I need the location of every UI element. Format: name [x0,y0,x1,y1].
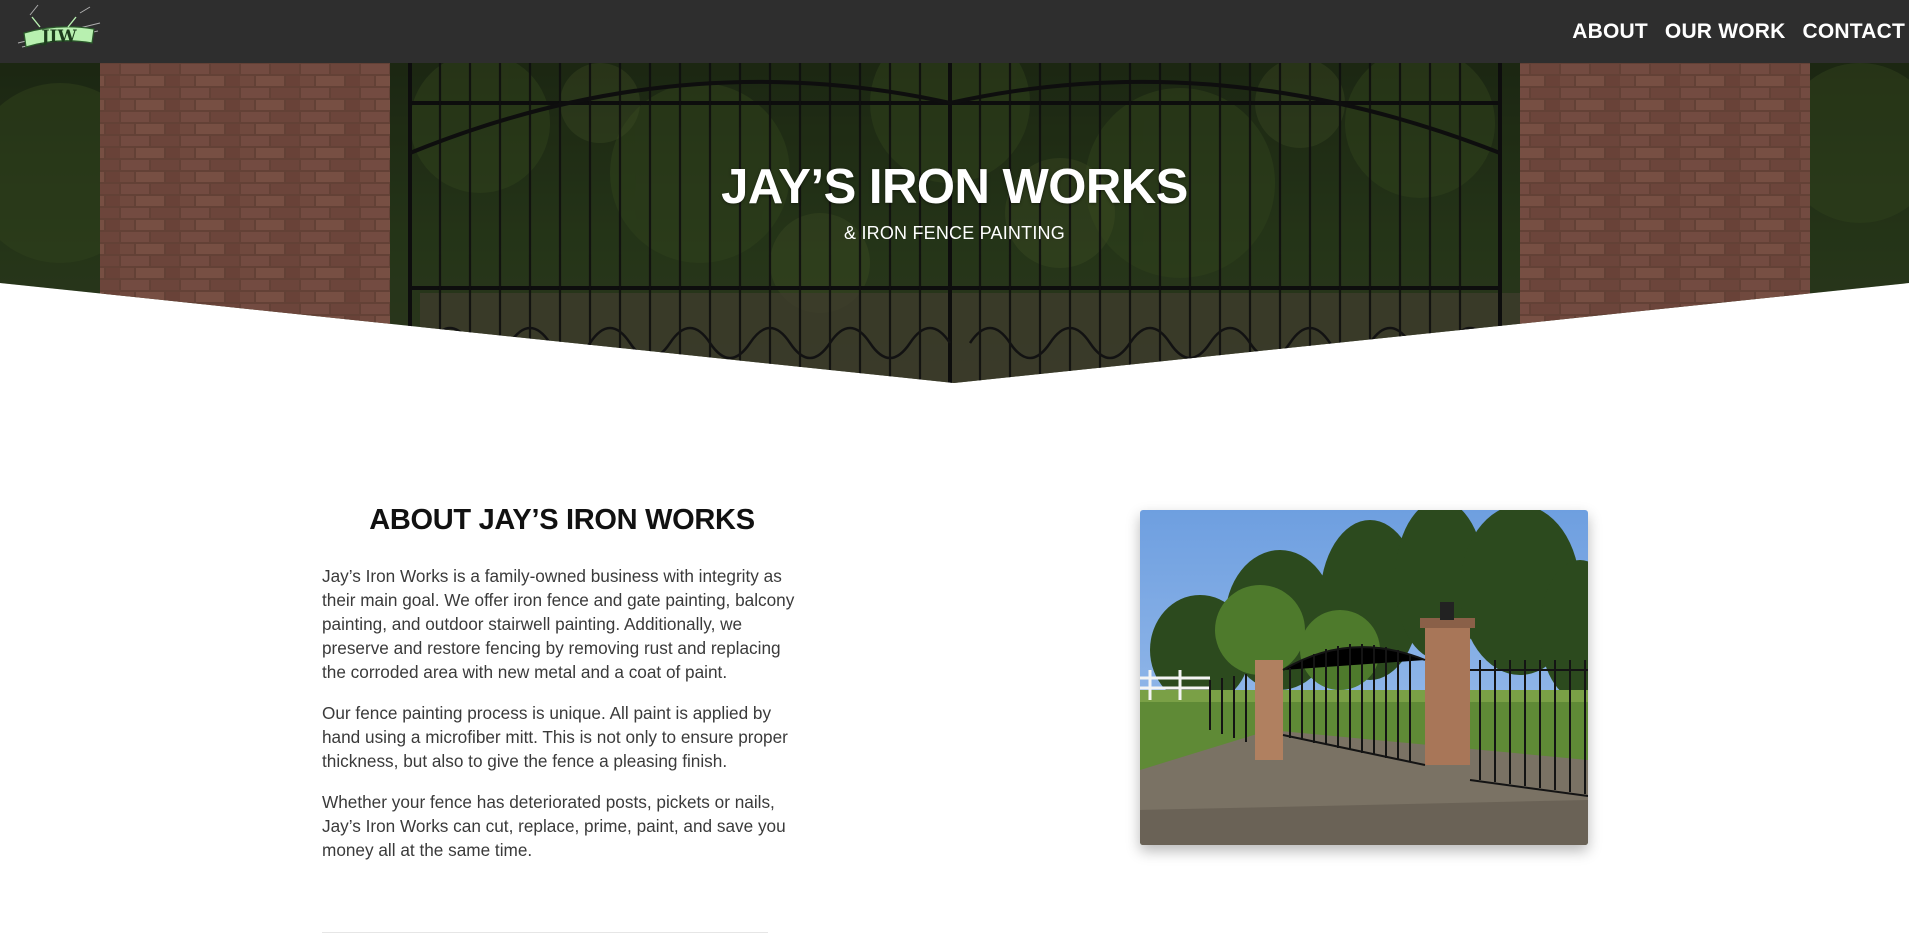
jiw-logo-icon[interactable]: JIW [10,3,108,55]
svg-text:JIW: JIW [39,27,77,47]
about-paragraph-1: Jay’s Iron Works is a family-owned busin… [322,566,795,682]
hero-subtitle: & IRON FENCE PAINTING [844,223,1065,243]
gate-driveway-photo [1140,510,1588,845]
nav-links: ABOUT OUR WORK CONTACT [1572,0,1909,63]
top-navbar: JIW ABOUT OUR WORK CONTACT [0,0,1909,63]
nav-link-our-work[interactable]: OUR WORK [1665,20,1786,44]
nav-link-about[interactable]: ABOUT [1572,20,1648,44]
about-heading: ABOUT JAY’S IRON WORKS [369,504,755,536]
nav-link-contact[interactable]: CONTACT [1803,20,1906,44]
hero-title: JAY’S IRON WORKS [721,160,1188,214]
section-divider [322,932,768,933]
hero-banner: JAY’S IRON WORKS & IRON FENCE PAINTING [0,63,1909,383]
about-paragraph-2: Our fence painting process is unique. Al… [322,703,788,771]
about-paragraph-3: Whether your fence has deteriorated post… [322,792,786,860]
about-section: ABOUT JAY’S IRON WORKS Jay’s Iron Works … [322,500,802,879]
